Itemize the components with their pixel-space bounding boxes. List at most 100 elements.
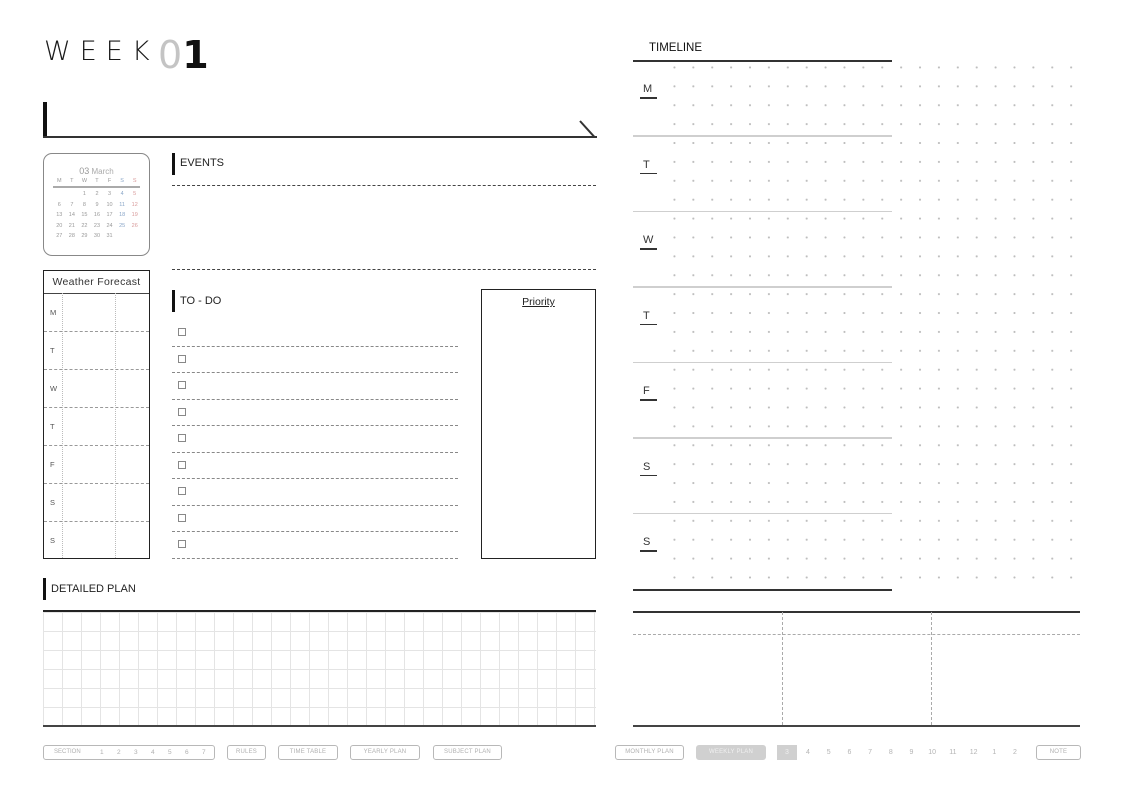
month-link[interactable]: 4 — [801, 745, 815, 760]
weather-title: Weather Forecast — [44, 271, 149, 294]
calendar-date — [53, 191, 66, 197]
weather-day-row[interactable]: S — [44, 484, 149, 522]
detailed-plan-grid[interactable] — [43, 612, 596, 725]
todo-checkbox[interactable] — [178, 434, 186, 442]
calendar-date[interactable]: 11 — [116, 202, 129, 208]
todo-item[interactable] — [172, 400, 458, 426]
todo-item[interactable] — [172, 506, 458, 532]
todo-checkbox[interactable] — [178, 407, 186, 416]
notes-table[interactable] — [633, 613, 1093, 725]
weather-day-row[interactable]: M — [44, 294, 149, 332]
weather-day-row[interactable]: W — [44, 370, 149, 408]
calendar-date[interactable]: 15 — [78, 212, 91, 218]
todo-checkbox[interactable] — [178, 540, 186, 548]
month-link[interactable]: 1 — [987, 745, 1001, 760]
monthly-plan-button[interactable]: MONTHLY PLAN — [615, 745, 684, 760]
events-top-line — [172, 185, 596, 186]
calendar-date[interactable]: 10 — [103, 202, 116, 208]
events-area[interactable] — [172, 187, 596, 269]
calendar-date[interactable]: 8 — [78, 202, 91, 208]
todo-item[interactable] — [172, 532, 458, 559]
section-link[interactable]: 6 — [185, 746, 189, 759]
month-link[interactable]: 9 — [905, 745, 919, 760]
todo-checkbox[interactable] — [178, 487, 186, 495]
month-link[interactable]: 5 — [822, 745, 836, 760]
calendar-date[interactable]: 14 — [66, 212, 79, 218]
section-link[interactable]: 2 — [117, 746, 121, 759]
weather-day-row[interactable]: T — [44, 408, 149, 446]
month-link[interactable]: 11 — [946, 745, 960, 760]
month-link[interactable]: 3 — [777, 745, 797, 760]
calendar-date[interactable]: 27 — [53, 233, 66, 239]
section-link[interactable]: 4 — [151, 746, 155, 759]
calendar-date[interactable]: 3 — [103, 191, 116, 197]
calendar-date[interactable]: 1 — [78, 191, 91, 197]
calendar-date[interactable]: 17 — [103, 212, 116, 218]
rules-button[interactable]: RULES — [227, 745, 266, 760]
calendar-date[interactable]: 16 — [91, 212, 104, 218]
weather-day-row[interactable]: T — [44, 332, 149, 370]
todo-item[interactable] — [172, 373, 458, 400]
todo-checkbox[interactable] — [178, 328, 186, 336]
todo-checkbox[interactable] — [178, 460, 186, 469]
todo-marker — [172, 290, 175, 312]
todo-item[interactable] — [172, 320, 458, 347]
month-link[interactable]: 7 — [863, 745, 877, 760]
month-link[interactable]: 10 — [925, 745, 939, 760]
calendar-date[interactable]: 7 — [66, 202, 79, 208]
calendar-date[interactable]: 18 — [116, 212, 129, 218]
section-link[interactable]: 7 — [202, 746, 206, 759]
calendar-date[interactable]: 12 — [128, 202, 141, 208]
calendar-date[interactable]: 9 — [91, 202, 104, 208]
todo-item[interactable] — [172, 347, 458, 373]
calendar-date[interactable]: 24 — [103, 223, 116, 229]
calendar-weekday: T — [95, 178, 99, 184]
todo-item[interactable] — [172, 453, 458, 479]
month-link[interactable]: 12 — [967, 745, 981, 760]
todo-checkbox[interactable] — [178, 513, 186, 522]
weather-column-divider — [115, 293, 116, 558]
month-link[interactable]: 6 — [842, 745, 856, 760]
weather-day-row[interactable]: F — [44, 446, 149, 484]
calendar-weekday: S — [132, 178, 137, 184]
todo-checkbox[interactable] — [178, 381, 186, 389]
weather-day-row[interactable]: S — [44, 522, 149, 560]
timeline-day-underline — [640, 97, 657, 99]
calendar-date[interactable]: 29 — [78, 233, 91, 239]
calendar-date[interactable]: 28 — [66, 233, 79, 239]
todo-item[interactable] — [172, 426, 458, 453]
weekly-plan-button[interactable]: WEEKLY PLAN — [696, 745, 766, 760]
calendar-date[interactable]: 5 — [128, 191, 141, 197]
calendar-date[interactable]: 6 — [53, 202, 66, 208]
yearly-plan-button[interactable]: YEARLY PLAN — [350, 745, 420, 760]
calendar-date[interactable]: 31 — [103, 233, 116, 239]
title-input-line[interactable] — [43, 136, 597, 138]
todo-checkbox[interactable] — [178, 354, 186, 363]
weather-column-divider — [62, 293, 63, 558]
month-link[interactable]: 8 — [884, 745, 898, 760]
calendar-date[interactable]: 13 — [53, 212, 66, 218]
section-link[interactable]: 5 — [168, 746, 172, 759]
month-link[interactable]: 2 — [1008, 745, 1022, 760]
section-link[interactable]: 1 — [100, 746, 104, 759]
priority-box[interactable]: Priority — [481, 289, 596, 559]
calendar-date[interactable]: 30 — [91, 233, 104, 239]
calendar-date[interactable]: 21 — [66, 223, 79, 229]
subject-plan-button[interactable]: SUBJECT PLAN — [433, 745, 502, 760]
todo-item[interactable] — [172, 479, 458, 506]
notes-table-column-divider — [931, 612, 932, 725]
calendar-date[interactable]: 19 — [128, 212, 141, 218]
time-table-button[interactable]: TIME TABLE — [278, 745, 338, 760]
calendar-date[interactable]: 22 — [78, 223, 91, 229]
calendar-date[interactable]: 23 — [91, 223, 104, 229]
calendar-date[interactable]: 26 — [128, 223, 141, 229]
calendar-date[interactable]: 2 — [91, 191, 104, 197]
calendar-date[interactable]: 25 — [116, 223, 129, 229]
todo-label: TO - DO — [180, 295, 222, 307]
timeline-day-underline — [640, 399, 657, 401]
calendar-date[interactable]: 20 — [53, 223, 66, 229]
section-link[interactable]: 3 — [134, 746, 138, 759]
note-button[interactable]: NOTE — [1036, 745, 1081, 760]
calendar-weekdays: MTWTFSS — [53, 178, 141, 184]
calendar-date[interactable]: 4 — [116, 191, 129, 197]
